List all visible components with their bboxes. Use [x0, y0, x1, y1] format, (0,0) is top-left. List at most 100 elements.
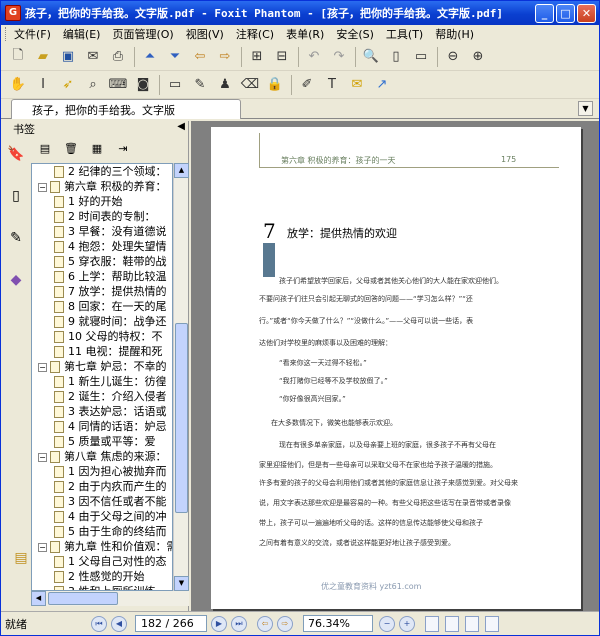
- back-icon[interactable]: ⇦: [189, 46, 211, 68]
- last-page-icon[interactable]: ⏷: [164, 46, 186, 68]
- expand-toggle-icon[interactable]: −: [38, 182, 47, 192]
- bookmark-item[interactable]: 3 表达妒忌：话语或: [32, 404, 172, 419]
- lock-icon[interactable]: 🔒: [264, 74, 286, 96]
- bookmark-item[interactable]: 2 性感觉的开始: [32, 569, 172, 584]
- pencil-tool-icon[interactable]: ✎: [189, 74, 211, 96]
- zoom-in-icon[interactable]: ⊕: [467, 46, 489, 68]
- continuous-mode-icon[interactable]: [445, 615, 459, 632]
- stamp-tool-icon[interactable]: ♟: [214, 74, 236, 96]
- bookmarks-tab-icon[interactable]: 🔖: [6, 143, 26, 165]
- document-viewer[interactable]: 第六章 积极的养育：孩子的一天 175 7 放学：提供热情的欢迎 孩子们希望放学…: [191, 121, 599, 611]
- bookmark-item[interactable]: 7 放学：提供热情的: [32, 284, 172, 299]
- document-tab[interactable]: 孩子，把你的手给我。文字版: [11, 99, 241, 119]
- expand-bookmark-icon[interactable]: ⇥: [115, 142, 131, 158]
- first-page-nav-icon[interactable]: ⏮: [91, 615, 107, 632]
- insert-page-icon[interactable]: ⊞: [246, 46, 268, 68]
- zoom-out-status-icon[interactable]: −: [379, 615, 395, 632]
- next-page-nav-icon[interactable]: ▶: [211, 615, 227, 632]
- collapse-panel-icon[interactable]: ◀: [177, 121, 185, 132]
- snapshot-icon[interactable]: ◙: [132, 74, 154, 96]
- redo-icon[interactable]: ↷: [328, 46, 350, 68]
- prev-page-nav-icon[interactable]: ◀: [111, 615, 127, 632]
- first-page-icon[interactable]: ⏶: [139, 46, 161, 68]
- bookmark-item[interactable]: 3 因不信任或者不能: [32, 494, 172, 509]
- bookmark-item[interactable]: 2 纪律的三个领域：: [32, 164, 172, 179]
- menu-help[interactable]: 帮助(H): [435, 26, 474, 42]
- menu-form[interactable]: 表单(R): [286, 26, 324, 42]
- bookmark-chapter[interactable]: − 第六章 积极的养育：: [32, 179, 172, 194]
- menu-tools[interactable]: 工具(T): [386, 26, 423, 42]
- close-button[interactable]: ✕: [577, 3, 596, 23]
- open-folder-icon[interactable]: ▰: [32, 46, 54, 68]
- bookmark-item[interactable]: 3 早餐：没有道德说: [32, 224, 172, 239]
- bookmark-item[interactable]: 1 新生儿诞生：彷徨: [32, 374, 172, 389]
- bookmark-item[interactable]: 5 由于生命的终结而: [32, 524, 172, 539]
- forward-icon[interactable]: ⇨: [214, 46, 236, 68]
- select-annotation-icon[interactable]: ➶: [57, 74, 79, 96]
- delete-bookmark-icon[interactable]: 🗑: [63, 142, 79, 158]
- bookmark-item[interactable]: 2 时间表的专制：: [32, 209, 172, 224]
- bookmark-item[interactable]: 1 父母自己对性的态: [32, 554, 172, 569]
- new-document-icon[interactable]: 🗋: [7, 46, 29, 68]
- extract-page-icon[interactable]: ⊟: [271, 46, 293, 68]
- bookmark-item[interactable]: 4 同情的话语：妒忌: [32, 419, 172, 434]
- pages-tab-icon[interactable]: ▯: [6, 185, 26, 207]
- minimize-button[interactable]: _: [535, 3, 554, 23]
- email-icon[interactable]: ✉: [82, 46, 104, 68]
- foxit-app-icon[interactable]: G: [5, 5, 21, 21]
- bookmark-item[interactable]: 10 父母的特权：不: [32, 329, 172, 344]
- text-tool-icon[interactable]: T: [321, 74, 343, 96]
- bookmark-item[interactable]: 4 抱怨：处理失望情: [32, 239, 172, 254]
- single-page-mode-icon[interactable]: [425, 615, 439, 632]
- menu-file[interactable]: 文件(F): [14, 26, 51, 42]
- new-bookmark-icon[interactable]: ▤: [37, 142, 53, 158]
- bookmark-item[interactable]: 2 诞生：介绍入侵者: [32, 389, 172, 404]
- last-page-nav-icon[interactable]: ⏭: [231, 615, 247, 632]
- menu-edit[interactable]: 编辑(E): [63, 26, 101, 42]
- bookmark-item[interactable]: 4 由于父母之间的冲: [32, 509, 172, 524]
- bookmark-item[interactable]: 5 穿衣服：鞋带的战: [32, 254, 172, 269]
- single-page-icon[interactable]: ▯: [385, 46, 407, 68]
- bookmark-vertical-scrollbar[interactable]: ▲ ▼: [173, 163, 189, 591]
- bookmark-horizontal-scrollbar[interactable]: ◀: [31, 591, 189, 606]
- scroll-thumb[interactable]: [175, 323, 188, 513]
- bookmark-chapter[interactable]: − 第七章 妒忌：不幸的: [32, 359, 172, 374]
- bookmark-item[interactable]: 9 就寝时间：战争还: [32, 314, 172, 329]
- panel-options-icon[interactable]: ▤: [11, 547, 31, 569]
- bookmark-item[interactable]: 6 上学：帮助比较温: [32, 269, 172, 284]
- hand-tool-icon[interactable]: ✋: [7, 74, 29, 96]
- arrow-tool-icon[interactable]: ↗: [371, 74, 393, 96]
- bookmark-item[interactable]: 3 性和上厕所训练: [32, 584, 172, 590]
- bookmark-item[interactable]: 5 质量或平等：爱: [32, 434, 172, 449]
- rectangle-tool-icon[interactable]: ▭: [164, 74, 186, 96]
- select-text-icon[interactable]: Ⅰ: [32, 74, 54, 96]
- scroll-down-icon[interactable]: ▼: [174, 576, 189, 591]
- bookmark-chapter[interactable]: − 第九章 性和价值观：需要: [32, 539, 172, 554]
- menu-page-manage[interactable]: 页面管理(O): [112, 26, 173, 42]
- zoom-out-icon[interactable]: ⊖: [442, 46, 464, 68]
- scroll-left-icon[interactable]: ◀: [31, 591, 46, 606]
- comments-tab-icon[interactable]: ✎: [6, 227, 26, 249]
- undo-icon[interactable]: ↶: [303, 46, 325, 68]
- layers-tab-icon[interactable]: ◆: [6, 269, 26, 291]
- bookmark-chapter[interactable]: − 第八章 焦虑的来源：: [32, 449, 172, 464]
- edit-document-icon[interactable]: ✐: [296, 74, 318, 96]
- horizontal-scroll-thumb[interactable]: [48, 592, 118, 605]
- fit-page-icon[interactable]: ▭: [410, 46, 432, 68]
- eraser-tool-icon[interactable]: ⌫: [239, 74, 261, 96]
- expand-toggle-icon[interactable]: −: [38, 362, 47, 372]
- back-nav-icon[interactable]: ⇦: [257, 615, 273, 632]
- continuous-facing-mode-icon[interactable]: [485, 615, 499, 632]
- save-icon[interactable]: ▣: [57, 46, 79, 68]
- menu-comment[interactable]: 注释(C): [236, 26, 274, 42]
- print-icon[interactable]: ⎙: [107, 46, 129, 68]
- zoom-tool-icon[interactable]: 🔍: [360, 46, 382, 68]
- menu-security[interactable]: 安全(S): [336, 26, 374, 42]
- expand-toggle-icon[interactable]: −: [38, 452, 47, 462]
- bookmark-item[interactable]: 11 电视：提醒和死: [32, 344, 172, 359]
- bookmark-item[interactable]: 2 由于内疚而产生的: [32, 479, 172, 494]
- bookmark-item[interactable]: 8 回家：在一天的尾: [32, 299, 172, 314]
- page-number-field[interactable]: 182 / 266: [135, 615, 207, 632]
- menu-view[interactable]: 视图(V): [186, 26, 224, 42]
- zoom-field[interactable]: 76.34%: [303, 615, 373, 632]
